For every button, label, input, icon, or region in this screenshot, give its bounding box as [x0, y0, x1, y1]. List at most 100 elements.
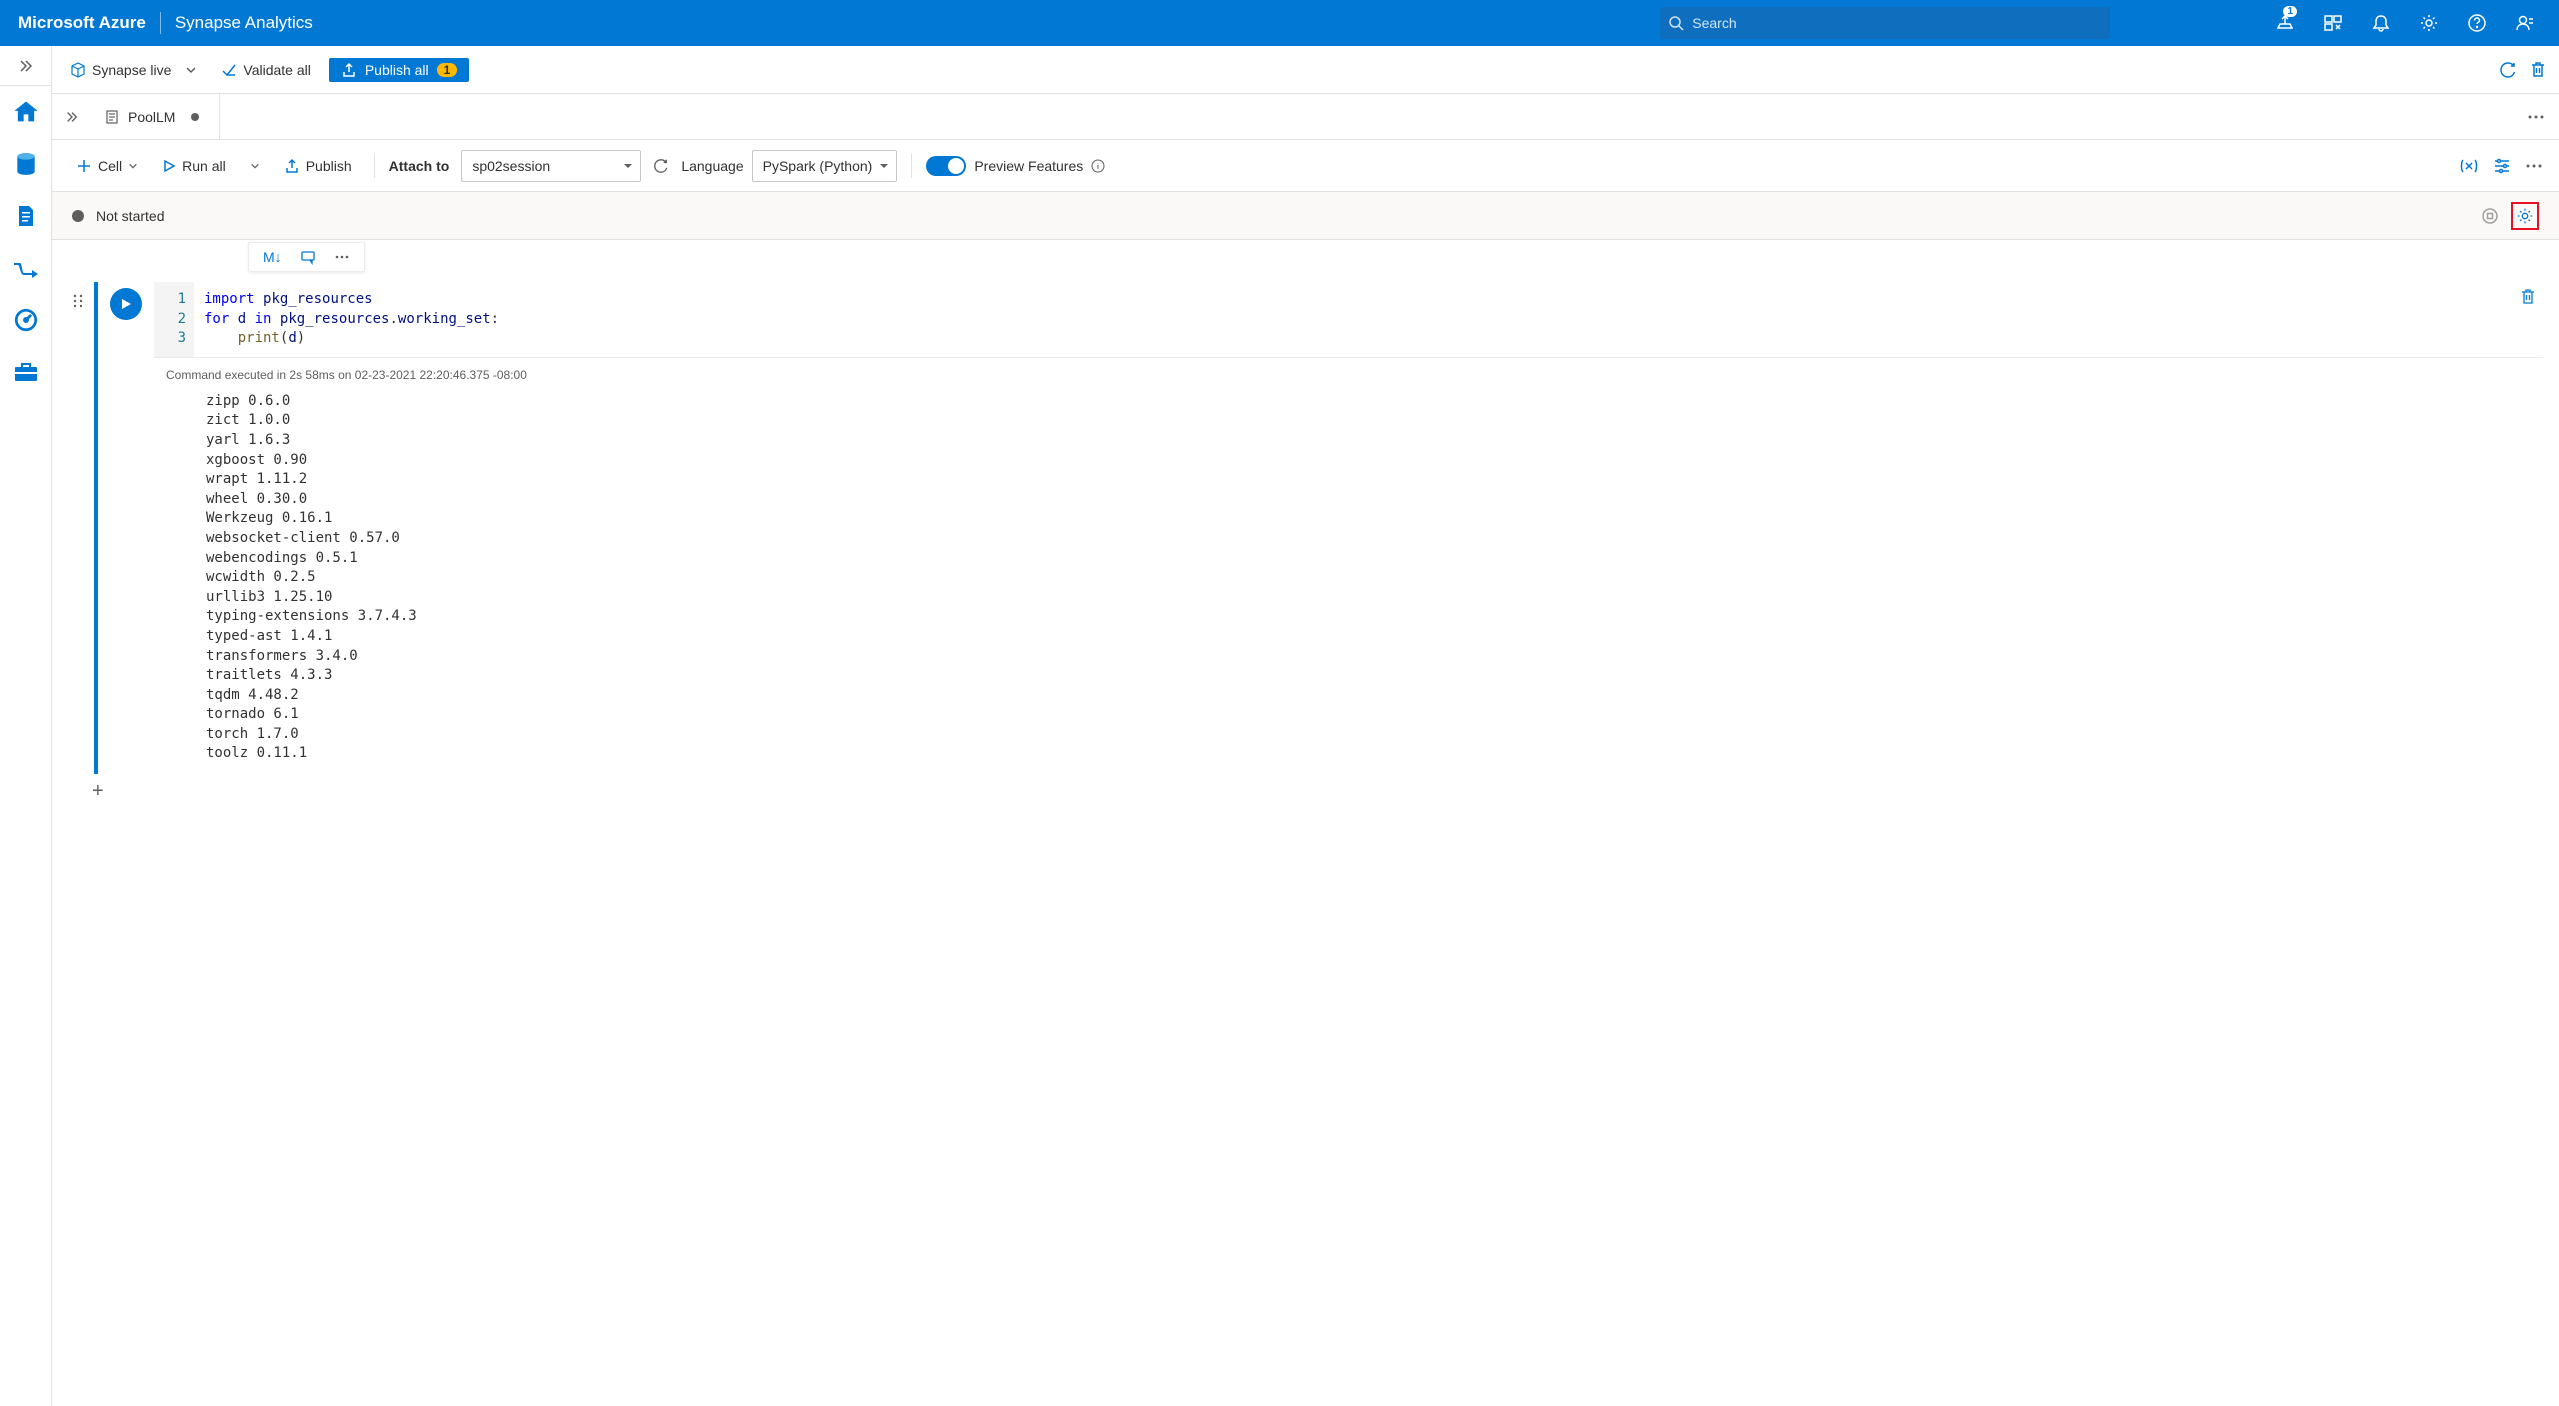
cell-drag-handle[interactable] — [68, 282, 88, 774]
cube-icon — [70, 62, 86, 78]
drag-icon — [72, 294, 84, 308]
database-icon — [13, 151, 39, 177]
code-cell: 1 2 3 import pkg_resources for d in pkg_… — [68, 282, 2543, 774]
nav-home[interactable] — [0, 86, 52, 138]
nav-manage[interactable] — [0, 346, 52, 398]
add-cell-bottom-button[interactable]: + — [68, 774, 2543, 803]
stop-button[interactable] — [2481, 207, 2499, 225]
chevron-double-right-icon — [65, 110, 79, 124]
variables-icon — [2459, 157, 2479, 175]
run-all-label: Run all — [182, 158, 226, 174]
account-icon[interactable] — [2501, 0, 2549, 46]
run-cell-button[interactable] — [110, 288, 142, 320]
delete-cell-button[interactable] — [2519, 288, 2537, 306]
cell-floating-toolbar: M↓ — [248, 242, 365, 272]
brand-separator — [160, 12, 161, 34]
add-cell-button[interactable]: Cell — [68, 154, 146, 178]
tab-expand-button[interactable] — [52, 110, 92, 124]
execution-meta: Command executed in 2s 58ms on 02-23-202… — [166, 368, 2531, 382]
toolbar-more-button[interactable] — [2525, 157, 2543, 175]
nav-develop[interactable] — [0, 190, 52, 242]
comment-icon — [300, 249, 316, 265]
tab-poollm[interactable]: PoolLM — [92, 94, 220, 140]
session-settings-highlight — [2511, 202, 2539, 230]
nav-data[interactable] — [0, 138, 52, 190]
trash-icon — [2529, 61, 2547, 79]
attach-value: sp02session — [472, 158, 550, 174]
convert-markdown-button[interactable]: M↓ — [257, 247, 288, 267]
refresh-icon — [653, 158, 669, 174]
preview-label: Preview Features — [974, 158, 1083, 174]
cell-label: Cell — [98, 158, 122, 174]
run-all-button[interactable]: Run all — [154, 154, 234, 178]
status-dot — [72, 210, 84, 222]
nav-integrate[interactable] — [0, 242, 52, 294]
publish-label: Publish all — [365, 62, 429, 78]
settings-gear-icon[interactable] — [2405, 0, 2453, 46]
directory-badge: 1 — [2283, 6, 2297, 17]
output-text: zipp 0.6.0 zict 1.0.0 yarl 1.6.3 xgboost… — [166, 392, 2531, 764]
tab-label: PoolLM — [128, 109, 175, 125]
more-horiz-icon — [2525, 157, 2543, 175]
feedback-icon[interactable] — [2309, 0, 2357, 46]
mode-selector[interactable]: Synapse live — [64, 58, 203, 82]
preview-toggle[interactable] — [926, 156, 966, 176]
markdown-label: M↓ — [263, 249, 282, 265]
add-comment-button[interactable] — [294, 247, 322, 267]
session-settings-button[interactable] — [2516, 207, 2534, 225]
search-icon — [1668, 15, 1684, 31]
upload-icon — [284, 158, 300, 174]
toggle-knob — [948, 158, 964, 174]
notifications-icon[interactable] — [2357, 0, 2405, 46]
language-dropdown[interactable]: PySpark (Python) — [752, 150, 898, 182]
rail-expand-button[interactable] — [0, 46, 52, 86]
tab-bar: PoolLM — [52, 94, 2559, 140]
pipeline-icon — [12, 257, 40, 279]
session-refresh-button[interactable] — [649, 154, 673, 178]
publish-button[interactable]: Publish — [276, 154, 360, 178]
help-icon[interactable] — [2453, 0, 2501, 46]
stop-icon — [2481, 207, 2499, 225]
nav-monitor[interactable] — [0, 294, 52, 346]
code-content: import pkg_resources for d in pkg_resour… — [194, 282, 2543, 357]
language-label: Language — [681, 158, 743, 174]
delete-button[interactable] — [2529, 61, 2547, 79]
checkmark-icon — [221, 62, 237, 78]
separator — [911, 154, 912, 178]
chevron-down-icon — [185, 64, 197, 76]
validate-all-button[interactable]: Validate all — [215, 58, 316, 82]
notebook-icon — [104, 109, 120, 125]
play-icon — [162, 159, 176, 173]
action-bar: Synapse live Validate all Publish all 1 — [52, 46, 2559, 94]
play-icon — [120, 298, 132, 310]
tab-more-button[interactable] — [2513, 108, 2559, 126]
chevron-double-right-icon — [18, 58, 34, 74]
document-icon — [14, 203, 38, 229]
variables-button[interactable] — [2459, 157, 2479, 175]
cell-more-button[interactable] — [328, 247, 356, 267]
run-dropdown[interactable] — [242, 157, 268, 175]
attach-label: Attach to — [389, 158, 450, 174]
language-value: PySpark (Python) — [763, 158, 873, 174]
cell-output: Command executed in 2s 58ms on 02-23-202… — [154, 358, 2543, 774]
home-icon — [12, 98, 40, 126]
upload-icon — [341, 62, 357, 78]
refresh-icon — [2499, 61, 2517, 79]
directory-icon[interactable]: 1 — [2261, 0, 2309, 46]
service-name: Synapse Analytics — [175, 13, 313, 33]
status-bar: Not started — [52, 192, 2559, 240]
outline-button[interactable] — [2493, 157, 2511, 175]
validate-label: Validate all — [243, 62, 310, 78]
plus-icon — [76, 158, 92, 174]
global-search[interactable] — [1660, 7, 2110, 39]
notebook-toolbar: Cell Run all Publish Attach to sp02sessi… — [52, 140, 2559, 192]
refresh-button[interactable] — [2499, 61, 2517, 79]
brand-name: Microsoft Azure — [18, 13, 146, 33]
line-gutter: 1 2 3 — [154, 282, 194, 357]
info-icon[interactable] — [1091, 159, 1105, 173]
code-editor[interactable]: 1 2 3 import pkg_resources for d in pkg_… — [154, 282, 2543, 358]
publish-all-button[interactable]: Publish all 1 — [329, 58, 470, 82]
attach-dropdown[interactable]: sp02session — [461, 150, 641, 182]
chevron-down-icon — [250, 161, 260, 171]
search-input[interactable] — [1692, 15, 2102, 31]
